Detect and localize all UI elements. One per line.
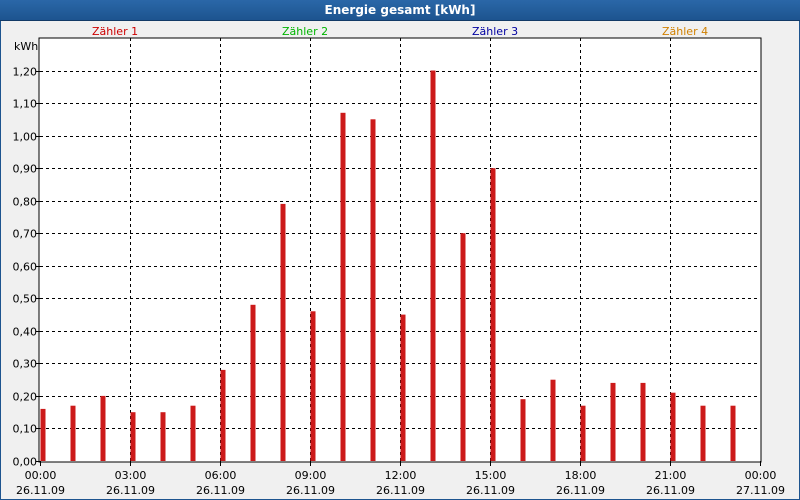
bar [220, 369, 226, 461]
x-tick-time: 18:00 [565, 469, 597, 482]
energy-chart: 0,00 0,10 0,20 0,30 0,40 0,50 0,60 0,70 0,80 0,90… [13, 37, 785, 497]
x-tick-date: 26.11.09 [556, 484, 605, 497]
bar [310, 311, 316, 461]
bar [670, 392, 676, 461]
y-tick-label: 0,70 [13, 228, 38, 241]
y-tick-label: 0,00 [13, 456, 38, 469]
y-tick-label: 0,60 [13, 261, 38, 274]
x-tick-date: 26.11.09 [466, 484, 515, 497]
x-tick-date: 26.11.09 [646, 484, 695, 497]
bar [730, 405, 736, 461]
bar [520, 399, 526, 461]
x-tick-time: 06:00 [205, 469, 237, 482]
y-axis-label: kWh [14, 40, 38, 53]
bar [130, 412, 136, 461]
y-tick-label: 1,20 [13, 66, 38, 79]
x-tick-time: 21:00 [655, 469, 687, 482]
bar [640, 382, 646, 461]
bar [550, 379, 556, 461]
bar [610, 382, 616, 461]
bar [340, 112, 346, 462]
bar [490, 168, 496, 461]
y-tick-label: 0,30 [13, 358, 38, 371]
bar [580, 405, 586, 461]
y-tick-label: 0,50 [13, 293, 38, 306]
bar [190, 405, 196, 461]
bar [70, 405, 76, 461]
x-tick-time: 00:00 [25, 469, 57, 482]
y-tick-label: 0,90 [13, 163, 38, 176]
y-tick-label: 0,80 [13, 196, 38, 209]
bar [460, 233, 466, 461]
bar [40, 408, 46, 461]
x-tick-time: 09:00 [295, 469, 327, 482]
bar [400, 314, 406, 461]
x-tick-date: 26.11.09 [286, 484, 335, 497]
bar [280, 203, 286, 461]
bar [370, 119, 376, 462]
y-tick-label: 0,10 [13, 423, 38, 436]
x-tick-date: 27.11.09 [736, 484, 785, 497]
bar [160, 412, 166, 461]
x-tick-time: 12:00 [385, 469, 417, 482]
x-tick-time: 00:00 [745, 469, 777, 482]
x-tick-date: 26.11.09 [16, 484, 65, 497]
x-tick-date: 26.11.09 [196, 484, 245, 497]
y-tick-label: 1,10 [13, 98, 38, 111]
x-tick-date: 26.11.09 [106, 484, 155, 497]
x-tick-date: 26.11.09 [376, 484, 425, 497]
y-tick-label: 0,40 [13, 326, 38, 339]
bar [250, 304, 256, 461]
bar [100, 395, 106, 461]
y-tick-label: 1,00 [13, 131, 38, 144]
x-tick-time: 03:00 [115, 469, 147, 482]
x-axis: 00:00 26.11.09 03:00 26.11.09 06:00 26.11.09 0… [16, 461, 785, 497]
bar [430, 70, 436, 461]
x-tick-time: 15:00 [475, 469, 507, 482]
y-tick-label: 0,20 [13, 391, 38, 404]
y-axis: 0,00 0,10 0,20 0,30 0,40 0,50 0,60 0,70 0,80 0,90… [13, 66, 40, 469]
bar [700, 405, 706, 461]
